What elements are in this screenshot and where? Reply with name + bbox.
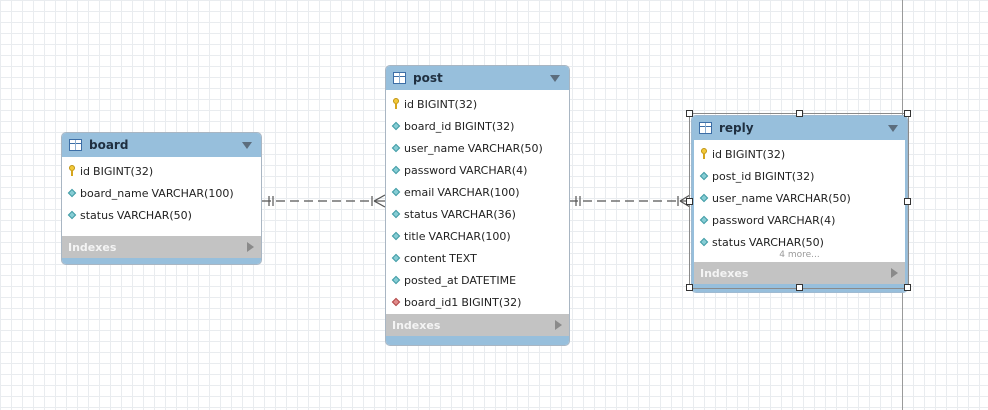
column-row[interactable]: title VARCHAR(100)	[386, 225, 569, 247]
resize-handle-top[interactable]	[796, 110, 803, 117]
indexes-section[interactable]: Indexes	[62, 236, 261, 258]
foreign-key-icon	[392, 298, 400, 306]
table-footer	[62, 258, 261, 264]
collapse-arrow-icon[interactable]	[550, 75, 560, 82]
more-columns-link[interactable]: 4 more...	[694, 250, 905, 260]
column-row[interactable]: password VARCHAR(4)	[386, 159, 569, 181]
column-icon	[392, 276, 400, 284]
resize-handle-bottom-right[interactable]	[904, 284, 911, 291]
column-row[interactable]: board_id1 BIGINT(32)	[386, 291, 569, 313]
expand-arrow-icon[interactable]	[247, 242, 254, 252]
column-row[interactable]: password VARCHAR(4)	[694, 209, 905, 231]
column-row[interactable]: user_name VARCHAR(50)	[694, 187, 905, 209]
table-icon	[69, 139, 82, 151]
column-icon	[392, 122, 400, 130]
column-icon	[700, 216, 708, 224]
table-footer	[386, 336, 569, 345]
table-reply[interactable]: reply id BIGINT(32) post_id BIGINT(32) u…	[691, 115, 908, 293]
resize-handle-top-left[interactable]	[686, 110, 693, 117]
resize-handle-right[interactable]	[904, 198, 911, 205]
column-icon	[392, 254, 400, 262]
column-icon	[392, 144, 400, 152]
column-icon	[700, 194, 708, 202]
table-title: board	[89, 138, 129, 152]
column-icon	[392, 166, 400, 174]
column-row[interactable]: posted_at DATETIME	[386, 269, 569, 291]
resize-handle-bottom-left[interactable]	[686, 284, 693, 291]
column-icon	[392, 210, 400, 218]
table-icon	[699, 122, 712, 134]
table-icon	[393, 72, 406, 84]
collapse-arrow-icon[interactable]	[888, 125, 898, 132]
primary-key-icon	[392, 98, 400, 109]
column-row[interactable]: status VARCHAR(36)	[386, 203, 569, 225]
resize-handle-top-right[interactable]	[904, 110, 911, 117]
column-icon	[700, 172, 708, 180]
table-title: reply	[719, 121, 754, 135]
column-icon	[68, 189, 76, 197]
column-row[interactable]: board_id BIGINT(32)	[386, 115, 569, 137]
table-header[interactable]: board	[62, 133, 261, 157]
indexes-section[interactable]: Indexes	[692, 262, 907, 284]
table-header[interactable]: reply	[692, 116, 907, 140]
column-icon	[700, 238, 708, 246]
resize-handle-left[interactable]	[686, 198, 693, 205]
column-icon	[392, 232, 400, 240]
column-icon	[392, 188, 400, 196]
primary-key-icon	[700, 148, 708, 159]
column-row[interactable]: status VARCHAR(50)	[62, 204, 261, 226]
column-row[interactable]: id BIGINT(32)	[694, 143, 905, 165]
expand-arrow-icon[interactable]	[891, 268, 898, 278]
relationship-board-post[interactable]	[262, 194, 386, 208]
column-row[interactable]: id BIGINT(32)	[62, 160, 261, 182]
relationship-post-reply[interactable]	[569, 194, 691, 208]
column-row[interactable]: content TEXT	[386, 247, 569, 269]
table-post[interactable]: post id BIGINT(32) board_id BIGINT(32) u…	[385, 65, 570, 346]
resize-handle-bottom[interactable]	[796, 284, 803, 291]
column-row[interactable]: user_name VARCHAR(50)	[386, 137, 569, 159]
table-title: post	[413, 71, 443, 85]
collapse-arrow-icon[interactable]	[242, 142, 252, 149]
table-board[interactable]: board id BIGINT(32) board_name VARCHAR(1…	[61, 132, 262, 265]
column-row[interactable]: id BIGINT(32)	[386, 93, 569, 115]
primary-key-icon	[68, 165, 76, 176]
table-header[interactable]: post	[386, 66, 569, 90]
column-row[interactable]: board_name VARCHAR(100)	[62, 182, 261, 204]
indexes-section[interactable]: Indexes	[386, 314, 569, 336]
column-row[interactable]: post_id BIGINT(32)	[694, 165, 905, 187]
column-row[interactable]: email VARCHAR(100)	[386, 181, 569, 203]
column-icon	[68, 211, 76, 219]
expand-arrow-icon[interactable]	[555, 320, 562, 330]
